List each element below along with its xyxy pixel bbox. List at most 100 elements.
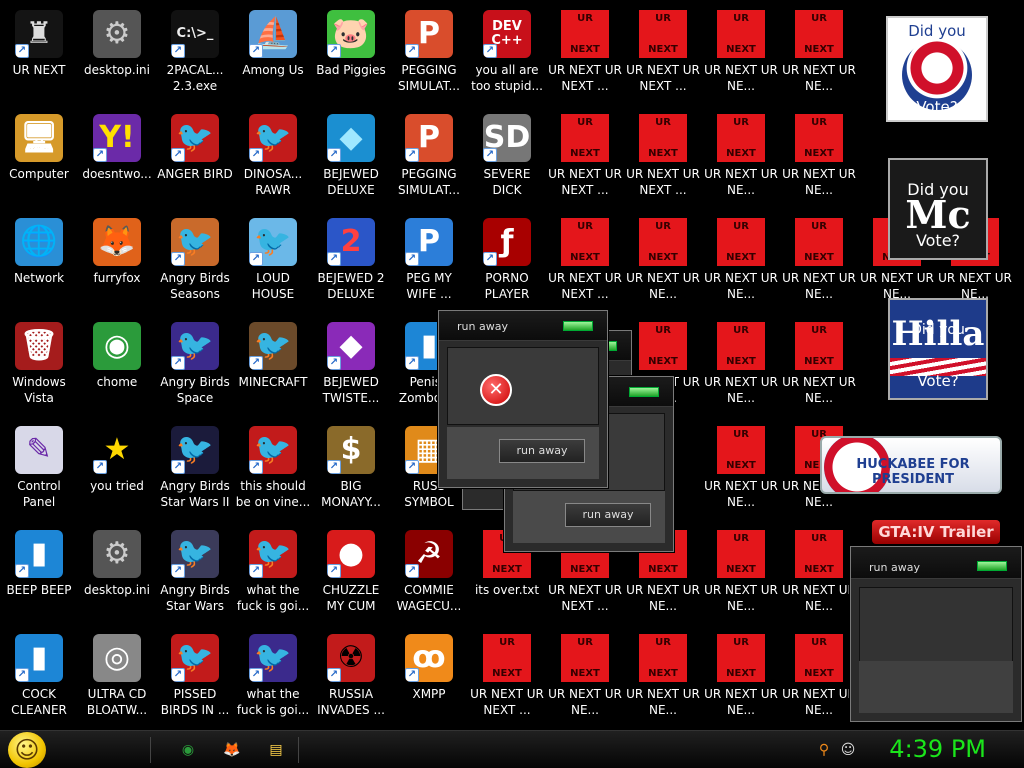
desktop-icon[interactable]: UR NEXT UR NEXT UR NE... [780,628,858,730]
ur-next-icon-bottom-text: NEXT [804,668,834,679]
desktop-icon[interactable]: UR NEXT UR NEXT UR NEXT ... [546,108,624,212]
desktop-icon[interactable]: UR NEXT UR NEXT UR NEXT ... [624,108,702,212]
desktop-icon-label: doesntwo... [82,167,152,181]
desktop-icon[interactable]: C:\>_ ↗ 2PACAL... 2.3.exe [156,4,234,108]
run-away-button[interactable]: run away [499,439,585,463]
app-icon-glyph: ♜ [25,16,53,51]
desktop-icon[interactable]: UR NEXT UR NEXT UR NE... [624,628,702,730]
mccain-vote-widget[interactable]: Did you Mc Vote? [888,158,988,260]
desktop-icon[interactable]: 🦊 furryfox [78,212,156,316]
desktop-icon[interactable]: ☭ ↗ COMMIE WAGECU... [390,524,468,628]
tray-icon[interactable]: ☺ [838,738,858,762]
desktop-icon[interactable]: UR NEXT UR NEXT UR NE... [546,628,624,730]
obama-widget-bottom-text: Vote? [916,98,958,116]
app-icon: ꝏ ↗ [405,634,453,682]
desktop-icon[interactable]: Y! ↗ doesntwo... [78,108,156,212]
desktop-icon[interactable]: UR NEXT UR NEXT UR NE... [702,212,780,316]
desktop-icon[interactable]: UR NEXT UR NEXT UR NEXT ... [624,4,702,108]
desktop-icon[interactable]: UR NEXT UR NEXT UR NEXT ... [468,628,546,730]
desktop-icon[interactable]: P ↗ PEG MY WIFE ... [390,212,468,316]
dialog-titlebar[interactable]: run away [851,547,1021,579]
desktop-icon-label: UR NEXT UR NE... [704,63,778,93]
gta-trailer-button[interactable]: GTA:IV Trailer [872,520,1000,544]
clock[interactable]: 4:39 PM [889,735,986,763]
desktop-icon[interactable]: 🐦 ↗ MINECRAFT [234,316,312,420]
desktop-icon[interactable]: ◆ ↗ BEJEWED TWISTE... [312,316,390,420]
desktop-icon[interactable]: UR NEXT UR NEXT UR NE... [780,524,858,628]
desktop-icon[interactable]: 🗑 Windows Vista [0,316,78,420]
desktop-icon[interactable]: UR NEXT UR NEXT UR NEXT ... [546,4,624,108]
desktop-icon[interactable]: P ↗ PEGGING SIMULAT... [390,4,468,108]
desktop-icon[interactable]: ♜ ↗ UR NEXT [0,4,78,108]
desktop-icon[interactable]: 🐦 ↗ LOUD HOUSE [234,212,312,316]
desktop-icon[interactable]: ◉ chome [78,316,156,420]
ur-next-icon-top-text: UR [655,221,671,232]
desktop-icon[interactable]: 🌐 Network [0,212,78,316]
desktop-icon-label: UR NEXT UR NE... [782,687,856,717]
desktop-icon[interactable]: P ↗ PEGGING SIMULAT... [390,108,468,212]
desktop-icon[interactable]: 🐦 ↗ Angry Birds Star Wars [156,524,234,628]
desktop-icon[interactable]: UR NEXT UR NEXT UR NE... [780,4,858,108]
desktop-icon[interactable]: 🐷 ↗ Bad Piggies [312,4,390,108]
ur-next-icon-top-text: UR [577,117,593,128]
desktop-icon[interactable]: 🐦 ↗ what the fuck is goi... [234,628,312,730]
desktop-icon[interactable]: ☢ ↗ RUSSIA INVADES ... [312,628,390,730]
run-away-dialog-right[interactable]: run away [850,546,1022,722]
desktop-icon[interactable]: 🐦 ↗ Angry Birds Space [156,316,234,420]
desktop-icon[interactable]: UR NEXT UR NEXT UR NEXT ... [546,212,624,316]
tray-icon[interactable]: ⚲ [814,738,834,762]
desktop-icon[interactable]: ꝏ ↗ XMPP [390,628,468,730]
taskbar-divider [150,737,151,763]
ur-next-icon-top-text: UR [655,637,671,648]
start-button[interactable]: ☺ [8,732,46,768]
desktop-icon[interactable]: 🐦 ↗ PISSED BIRDS IN ... [156,628,234,730]
desktop-icon[interactable]: 🐦 ↗ Angry Birds Star Wars II [156,420,234,524]
desktop-icon[interactable]: ◆ ↗ BEJEWED DELUXE [312,108,390,212]
desktop-icon[interactable]: UR NEXT UR NEXT UR NE... [780,108,858,212]
taskbar-pinned-app[interactable]: ◉ [176,738,200,762]
desktop-icon[interactable]: UR NEXT UR NEXT UR NE... [702,108,780,212]
obama-vote-widget[interactable]: Did you Vote? [886,16,988,122]
shortcut-arrow-icon: ↗ [405,356,419,370]
desktop-icon[interactable]: 🐦 ↗ ANGER BIRD [156,108,234,212]
shortcut-arrow-icon: ↗ [249,44,263,58]
desktop-icon[interactable]: UR NEXT UR NEXT UR NE... [702,524,780,628]
desktop-icon[interactable]: 🐦 ↗ this should be on vine... [234,420,312,524]
desktop-icon[interactable]: $ ↗ BIG MONAYY... [312,420,390,524]
desktop-icon-label: UR NEXT UR NE... [626,687,700,717]
desktop-icon[interactable]: UR NEXT UR NEXT UR NE... [702,628,780,730]
hillary-vote-widget[interactable]: Did you Hilla Vote? [888,298,988,400]
desktop-icon[interactable]: ▮ ↗ COCK CLEANER [0,628,78,730]
desktop-icon[interactable]: DEV C++ ↗ you all are too stupid... [468,4,546,108]
desktop-icon[interactable]: ⚙ desktop.ini [78,4,156,108]
taskbar-pinned-app[interactable]: ▤ [264,738,288,762]
desktop-icon[interactable]: ★ ↗ you tried [78,420,156,524]
huckabee-banner[interactable]: HUCKABEE FOR PRESIDENT [820,436,1002,494]
dialog-titlebar[interactable]: run away [439,311,607,341]
desktop-icon[interactable]: UR NEXT UR NEXT UR NE... [702,4,780,108]
desktop-icon[interactable]: ⛵ ↗ Among Us [234,4,312,108]
desktop-icon[interactable]: 2 ↗ BEJEWED 2 DELUXE [312,212,390,316]
desktop-icon[interactable]: ▮ ↗ BEEP BEEP [0,524,78,628]
desktop-icon[interactable]: ⚙ desktop.ini [78,524,156,628]
desktop-icon[interactable]: ◎ ULTRA CD BLOATW... [78,628,156,730]
desktop-icon[interactable]: ● ↗ CHUZZLE MY CUM [312,524,390,628]
run-away-dialog-front[interactable]: run away ✕ run away [438,310,608,488]
taskbar-pinned-app[interactable]: 🦊 [220,738,244,762]
desktop-icon[interactable]: UR NEXT UR NEXT UR NE... [780,212,858,316]
desktop-icon[interactable]: UR NEXT UR NEXT UR NE... [780,316,858,420]
desktop-icon[interactable]: 🖥 Computer [0,108,78,212]
desktop-icon[interactable]: UR NEXT UR NEXT UR NE... [702,420,780,524]
desktop-icon[interactable]: 🐦 ↗ DINOSA... RAWR [234,108,312,212]
desktop-icon[interactable]: ✎ Control Panel [0,420,78,524]
desktop-icon[interactable]: 🐦 ↗ what the fuck is goi... [234,524,312,628]
desktop-icon-label: you all are too stupid... [471,63,543,93]
desktop-icon[interactable]: UR NEXT UR NEXT UR NE... [702,316,780,420]
run-away-button[interactable]: run away [565,503,651,527]
ur-next-icon-top-text: UR [733,325,749,336]
desktop-icon[interactable]: UR NEXT UR NEXT UR NE... [624,212,702,316]
desktop-icon[interactable]: SD ↗ SEVERE DICK [468,108,546,212]
app-icon: 2 ↗ [327,218,375,266]
desktop-icon[interactable]: ƒ ↗ PORNO PLAYER [468,212,546,316]
desktop-icon[interactable]: 🐦 ↗ Angry Birds Seasons [156,212,234,316]
